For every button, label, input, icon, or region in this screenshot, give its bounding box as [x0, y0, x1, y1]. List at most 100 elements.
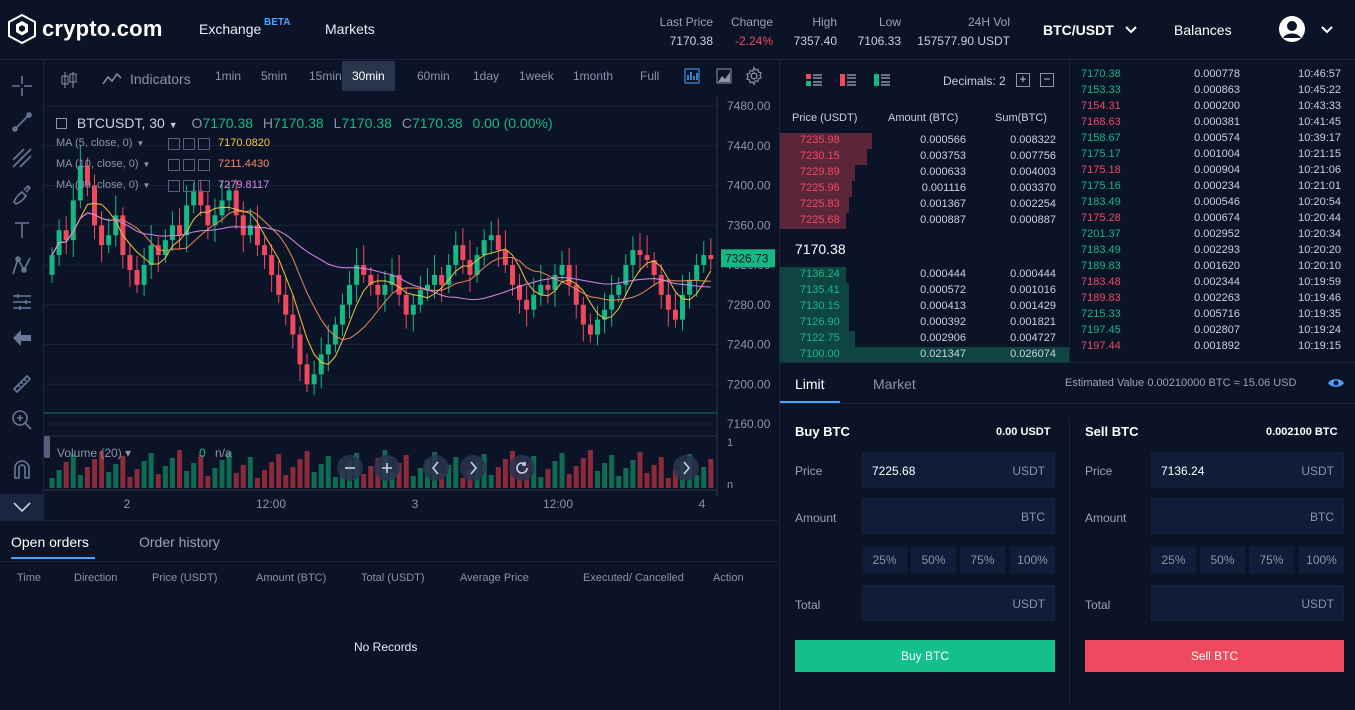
legend-collapse-icon[interactable]	[56, 118, 67, 129]
candle-body	[127, 255, 133, 270]
text-tool[interactable]	[10, 218, 34, 242]
orderbook-bid-row[interactable]: 7122.75 0.002906 0.004727	[780, 331, 1069, 347]
sell-total-input[interactable]: USDT	[1151, 585, 1344, 621]
orderbook-bid-row[interactable]: 7130.15 0.000413 0.001429	[780, 299, 1069, 315]
orderbook-bids-icon[interactable]	[874, 74, 890, 86]
chevron-left-icon[interactable]	[423, 455, 449, 481]
chart-symbol[interactable]: BTCUSDT, 30	[77, 115, 165, 131]
timeframe-1min[interactable]: 1min	[215, 69, 241, 83]
buy-percent-25[interactable]: 25%	[862, 546, 907, 574]
brush-tool[interactable]	[10, 182, 34, 206]
pattern-tool[interactable]	[10, 254, 34, 278]
collapse-toolbar-button[interactable]	[0, 494, 44, 520]
buy-total-input[interactable]: USDT	[862, 585, 1055, 621]
close-icon[interactable]	[198, 159, 210, 171]
sell-percent-100[interactable]: 100%	[1299, 546, 1344, 574]
timeframe-15min[interactable]: 15min	[309, 69, 342, 83]
back-tool[interactable]	[10, 326, 34, 350]
fib-tool[interactable]	[10, 146, 34, 170]
eye-icon[interactable]	[168, 138, 180, 150]
trade-amount: 0.000381	[1194, 116, 1240, 128]
buy-percent-100[interactable]: 100%	[1010, 546, 1055, 574]
volume-bar	[205, 476, 211, 488]
timeframe-1month[interactable]: 1month	[573, 69, 613, 83]
timeframe-60min[interactable]: 60min	[417, 69, 450, 83]
nav-exchange[interactable]: Exchange BETA	[199, 17, 290, 37]
buy-price-input[interactable]: 7225.68 USDT	[862, 452, 1055, 488]
trendline-tool[interactable]	[10, 110, 34, 134]
indicators-button[interactable]: Indicators	[102, 71, 191, 87]
orderbook-bid-row[interactable]: 7136.24 0.000444 0.000444	[780, 267, 1069, 283]
timeframe-1day[interactable]: 1day	[473, 69, 499, 83]
sell-price-input[interactable]: 7136.24 USDT	[1151, 452, 1344, 488]
ma-legend-row[interactable]: MA (10, close, 0) ▼ 7211.4430	[56, 158, 296, 174]
volume-bar	[453, 457, 459, 488]
nav-markets[interactable]: Markets	[325, 21, 375, 37]
ma-legend-row[interactable]: MA (30, close, 0) ▼ 7279.8117	[56, 179, 296, 195]
reset-icon[interactable]	[509, 455, 535, 481]
orderbook-ask-row[interactable]: 7230.15 0.003753 0.007756	[780, 149, 1069, 165]
plus-icon[interactable]: +	[1016, 73, 1030, 87]
orderbook-ask-row[interactable]: 7225.83 0.001367 0.002254	[780, 197, 1069, 213]
account-menu[interactable]	[1278, 15, 1333, 46]
timeframe-1week[interactable]: 1week	[519, 69, 554, 83]
orderbook-bid-row[interactable]: 7100.00 0.021347 0.026074	[780, 347, 1069, 363]
close-icon[interactable]	[198, 180, 210, 192]
tab-limit[interactable]: Limit	[795, 376, 825, 392]
volume-bar	[304, 451, 310, 488]
timeframe-30min[interactable]: 30min	[342, 61, 395, 91]
crosshair-tool[interactable]	[10, 74, 34, 98]
logo[interactable]: crypto.com	[8, 14, 163, 44]
ma-legend-row[interactable]: MA (5, close, 0) ▼ 7170.0820	[56, 137, 296, 153]
sell-button[interactable]: Sell BTC	[1085, 640, 1344, 672]
eye-icon[interactable]	[1327, 377, 1345, 392]
gear-icon[interactable]	[183, 159, 195, 171]
ohlc-legend: BTCUSDT, 30 ▼ O7170.38 H7170.38 L7170.38…	[56, 115, 553, 131]
tab-market[interactable]: Market	[873, 376, 916, 392]
gear-icon[interactable]	[183, 180, 195, 192]
pane-resize-handle[interactable]	[44, 436, 50, 458]
sell-percent-75[interactable]: 75%	[1249, 546, 1294, 574]
tab-open-orders[interactable]: Open orders	[11, 534, 89, 550]
ruler-tool[interactable]	[10, 372, 34, 396]
eye-icon[interactable]	[168, 159, 180, 171]
orders-column-header: Amount (BTC)	[256, 572, 327, 584]
orderbook-ask-row[interactable]: 7225.96 0.001116 0.003370	[780, 181, 1069, 197]
trade-amount: 0.002293	[1194, 244, 1240, 256]
measure-tool[interactable]	[10, 290, 34, 314]
tab-order-history[interactable]: Order history	[139, 534, 220, 550]
buy-percent-75[interactable]: 75%	[960, 546, 1005, 574]
volume-bar	[410, 476, 416, 488]
buy-percent-50[interactable]: 50%	[911, 546, 956, 574]
chart-style-bar-button[interactable]	[684, 68, 700, 87]
eye-icon[interactable]	[168, 180, 180, 192]
zoom-tool[interactable]	[10, 408, 34, 432]
close-icon[interactable]	[198, 138, 210, 150]
candle-type-button[interactable]	[60, 70, 78, 93]
buy-amount-input[interactable]: BTC	[862, 498, 1055, 534]
magnet-tool[interactable]	[10, 458, 34, 482]
balances-link[interactable]: Balances	[1174, 22, 1232, 38]
chart-settings-button[interactable]	[744, 66, 764, 89]
orderbook-asks-icon[interactable]	[840, 74, 856, 86]
orderbook-bid-row[interactable]: 7126.90 0.000392 0.001821	[780, 315, 1069, 331]
buy-button[interactable]: Buy BTC	[795, 640, 1055, 672]
chevron-right-icon[interactable]	[673, 455, 699, 481]
orderbook-ask-row[interactable]: 7229.89 0.000633 0.004003	[780, 165, 1069, 181]
sell-percent-50[interactable]: 50%	[1200, 546, 1245, 574]
chart-style-area-button[interactable]	[716, 68, 732, 87]
sell-percent-25[interactable]: 25%	[1151, 546, 1196, 574]
orderbook-ask-row[interactable]: 7225.68 0.000887 0.000887	[780, 213, 1069, 229]
pair-selector[interactable]: BTC/USDT	[1043, 22, 1138, 38]
minus-icon[interactable]: −	[1040, 73, 1054, 87]
timeframe-Full[interactable]: Full	[640, 69, 659, 83]
chevron-right-icon[interactable]	[460, 455, 486, 481]
plus-icon[interactable]	[374, 455, 400, 481]
timeframe-5min[interactable]: 5min	[261, 69, 287, 83]
sell-amount-input[interactable]: BTC	[1151, 498, 1344, 534]
orderbook-bid-row[interactable]: 7135.41 0.000572 0.001016	[780, 283, 1069, 299]
minus-icon[interactable]	[337, 455, 363, 481]
orderbook-ask-row[interactable]: 7235.98 0.000566 0.008322	[780, 133, 1069, 149]
gear-icon[interactable]	[183, 138, 195, 150]
orderbook-both-icon[interactable]	[806, 74, 822, 86]
